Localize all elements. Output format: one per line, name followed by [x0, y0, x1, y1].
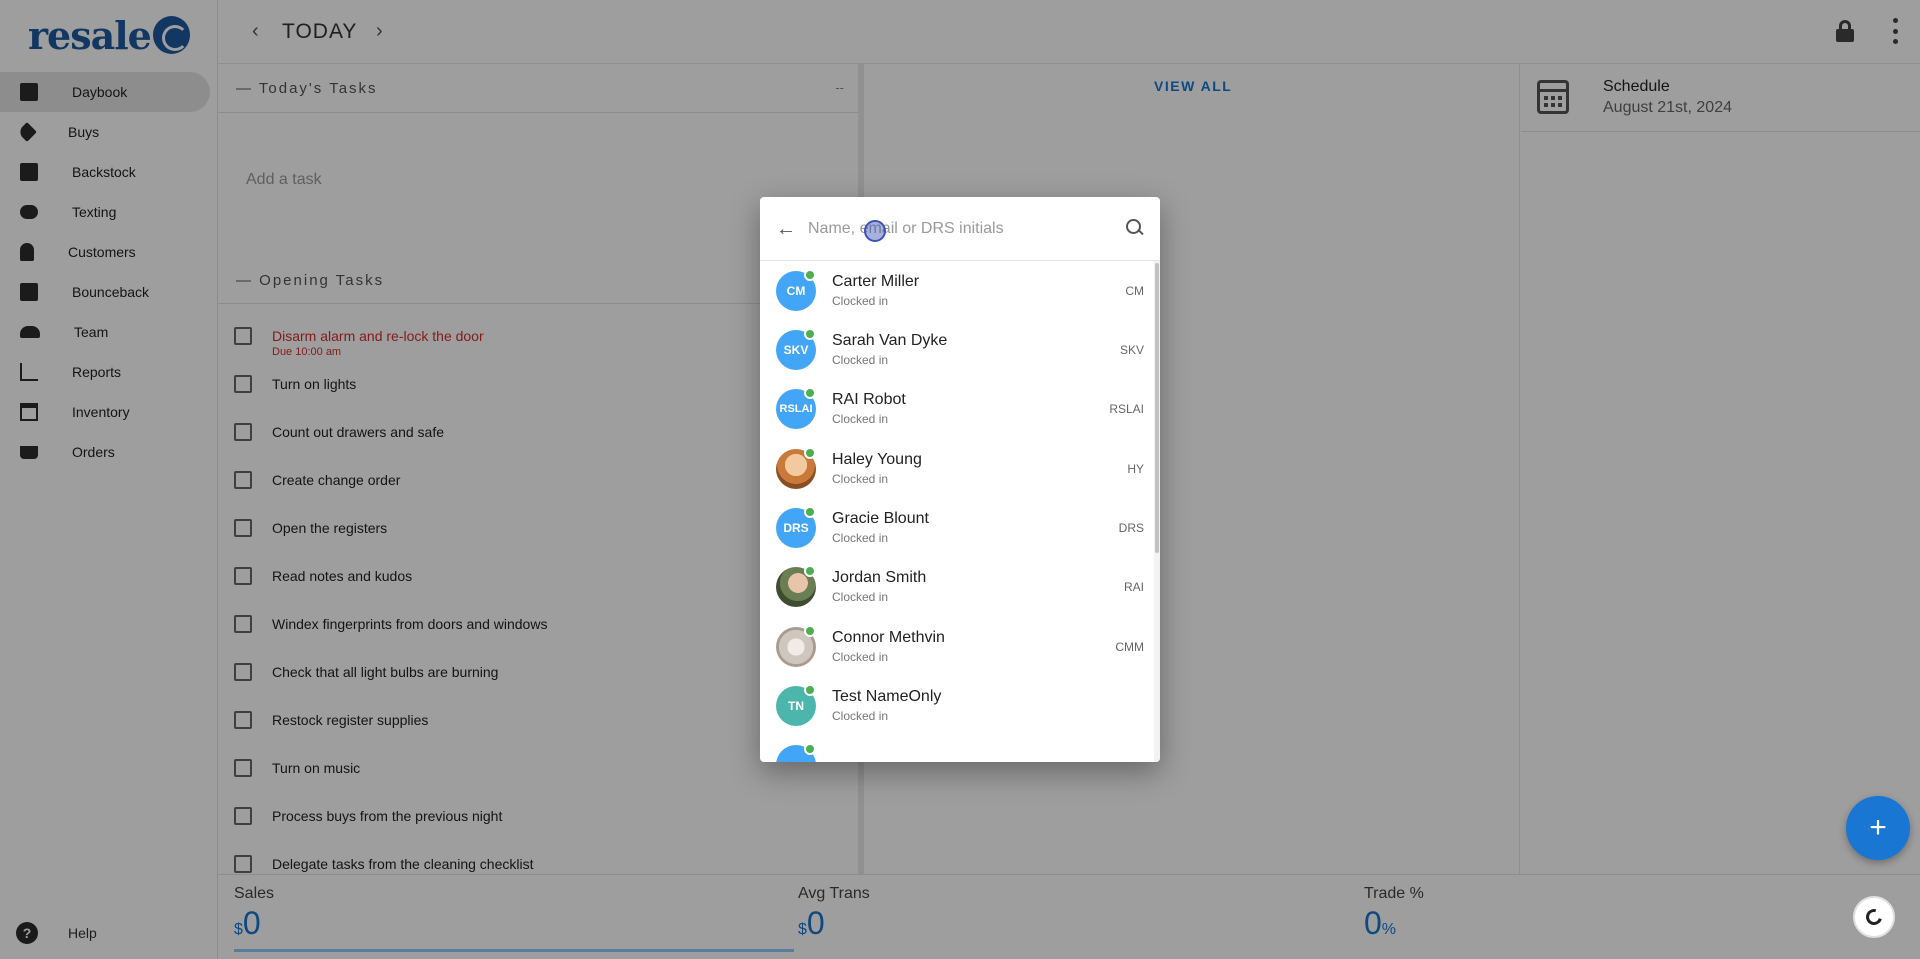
list-item[interactable]: RSLAI RAI Robot Clocked in RSLAI [760, 379, 1152, 438]
click-cursor-indicator [864, 220, 886, 242]
person-name: Connor Methvin [832, 629, 945, 646]
person-status: Clocked in [832, 709, 889, 723]
online-status-dot [804, 506, 816, 518]
people-list: CM Carter Miller Clocked in CM SKV Sarah… [760, 261, 1160, 762]
online-status-dot [804, 387, 816, 399]
person-code: RAI [1123, 580, 1144, 594]
employee-picker-dialog: ← CM Carter Miller Clocked in CM SKV Sar… [760, 197, 1160, 762]
person-name: RAI Robot [832, 391, 906, 408]
person-name: Haley Young [832, 451, 922, 468]
list-item[interactable]: SKV Sarah Van Dyke Clocked in SKV [760, 320, 1152, 379]
list-item[interactable]: TN Test NameOnly Clocked in [760, 676, 1152, 735]
person-name: Sarah Van Dyke [832, 332, 948, 349]
list-item[interactable]: Jordan Smith Clocked in RAI [760, 557, 1152, 616]
add-fab-button[interactable]: + [1846, 796, 1910, 860]
online-status-dot [804, 625, 816, 637]
person-name: Carter Miller [832, 273, 920, 290]
scrollbar[interactable] [1154, 261, 1160, 762]
person-status: Clocked in [832, 412, 889, 426]
person-name: Gracie Blount [832, 510, 929, 527]
search-row: ← [760, 197, 1160, 261]
person-code: SKV [1119, 343, 1144, 357]
person-status: Clocked in [832, 531, 889, 545]
online-status-dot [804, 743, 816, 755]
person-code: DRS [1118, 521, 1144, 535]
scrollbar-thumb[interactable] [1155, 263, 1159, 553]
online-status-dot [804, 269, 816, 281]
arrow-back-icon[interactable]: ← [774, 217, 798, 241]
online-status-dot [804, 565, 816, 577]
search-icon[interactable] [1126, 219, 1144, 237]
list-item[interactable]: CM Carter Miller Clocked in CM [760, 261, 1152, 320]
person-status: Clocked in [832, 590, 889, 604]
person-code: CM [1125, 284, 1144, 298]
person-status: Clocked in [832, 294, 889, 308]
search-input[interactable] [808, 213, 1108, 245]
person-name: Jordan Smith [832, 569, 927, 586]
online-status-dot [804, 328, 816, 340]
online-status-dot [804, 447, 816, 459]
list-item[interactable]: DRS Gracie Blount Clocked in DRS [760, 498, 1152, 557]
person-name: Test NameOnly [832, 688, 942, 705]
person-status: Clocked in [832, 472, 889, 486]
person-status: Clocked in [832, 353, 889, 367]
online-status-dot [804, 684, 816, 696]
person-code: HY [1127, 462, 1144, 476]
person-code: CMM [1115, 640, 1144, 654]
brand-badge-icon[interactable] [1853, 896, 1895, 938]
person-status: Clocked in [832, 650, 889, 664]
person-code: RSLAI [1109, 402, 1144, 416]
list-item[interactable]: Haley Young Clocked in HY [760, 439, 1152, 498]
list-item[interactable] [760, 735, 1152, 762]
list-item[interactable]: Connor Methvin Clocked in CMM [760, 617, 1152, 676]
